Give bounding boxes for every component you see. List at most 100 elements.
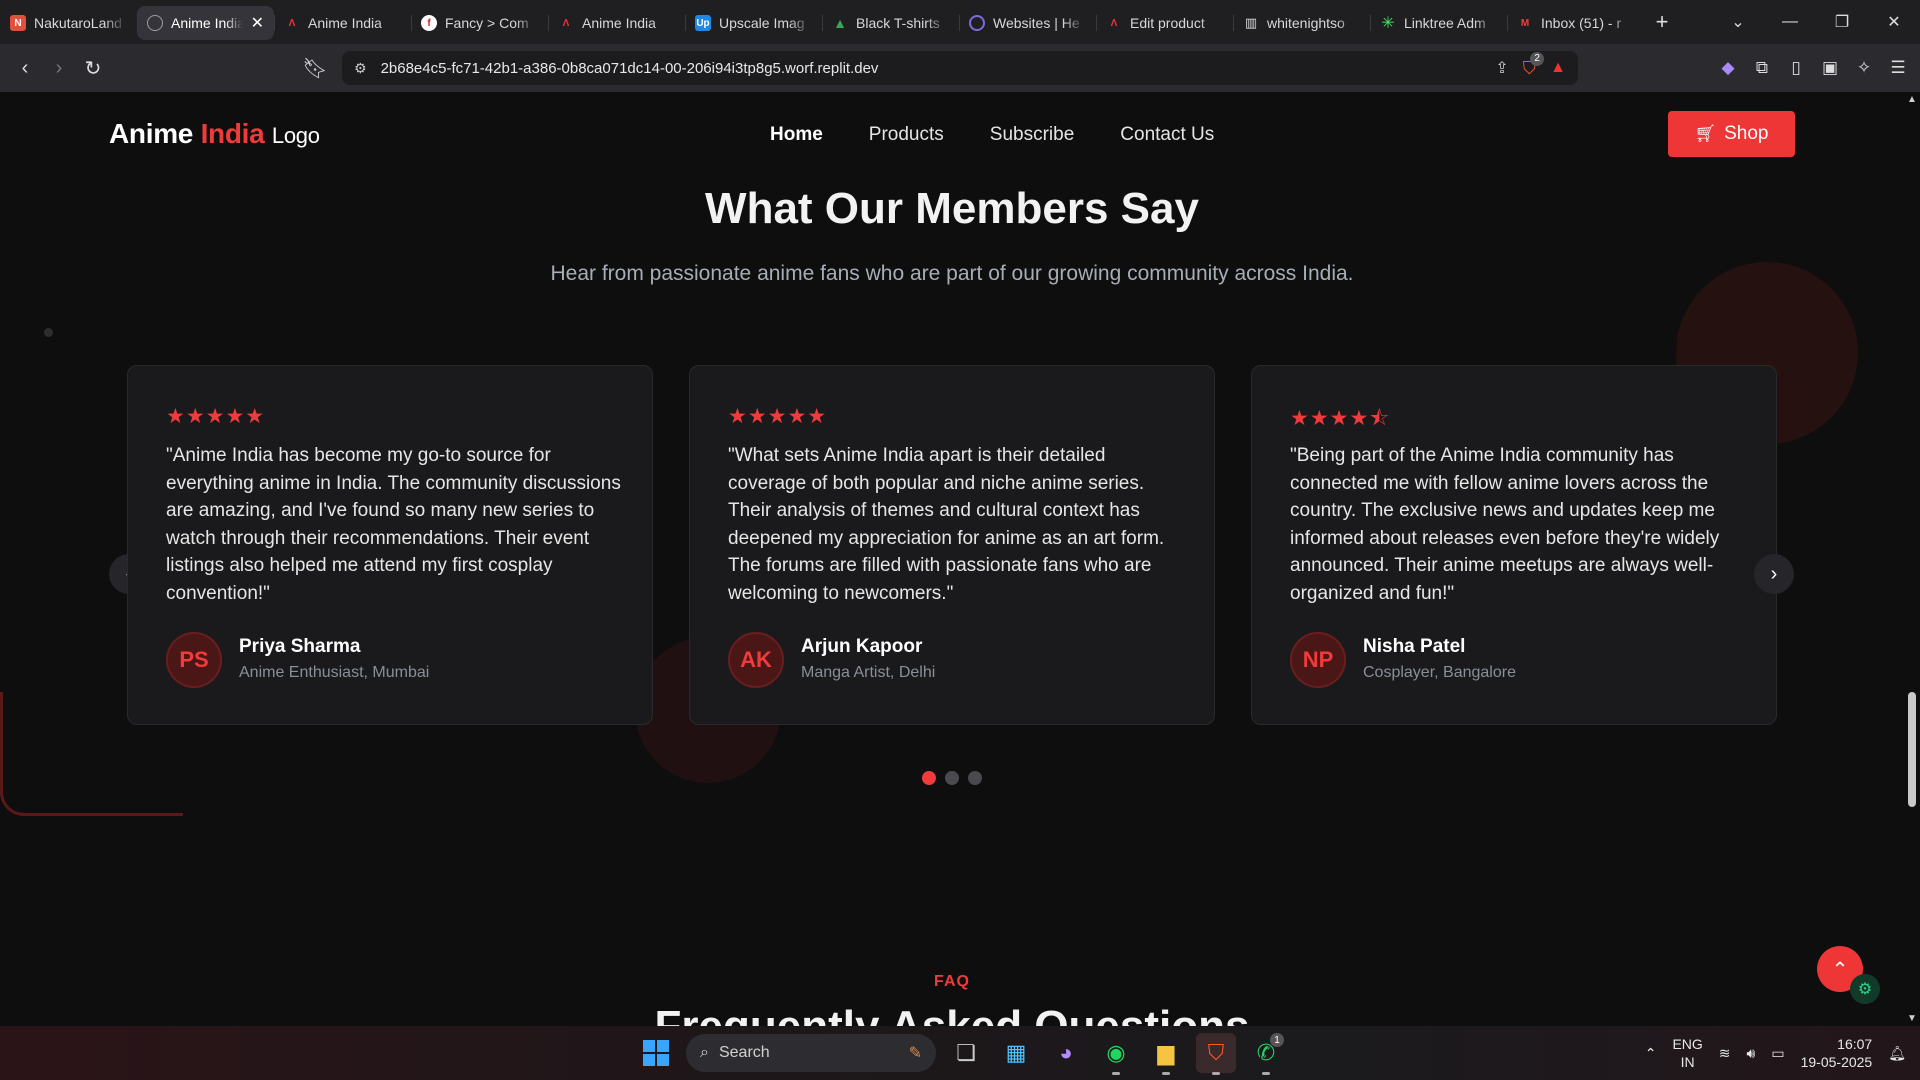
browser-tab[interactable]: Λ Anime India (274, 6, 411, 40)
browser-tab[interactable]: f Fancy > Com (411, 6, 548, 40)
url-text[interactable]: 2b68e4c5-fc71-42b1-a386-0b8ca071dc14-00-… (381, 60, 1482, 77)
taskbar-search[interactable]: ⌕ Search ✎ (686, 1034, 936, 1072)
extensions-area: ◆ ⧉ ▯ ▣ ✧ ☰ (1716, 51, 1910, 85)
upscale-favicon-icon: Up (695, 15, 711, 31)
a-logo-favicon-icon: Λ (288, 17, 296, 29)
whatsapp-icon[interactable]: ✆ 1 (1246, 1033, 1286, 1075)
tab-title: Linktree Adm (1404, 15, 1486, 31)
member-name: Priya Sharma (239, 636, 361, 657)
browser-tab[interactable]: Websites | He (959, 6, 1096, 40)
bookmark-icon[interactable]: 🔖︎ (298, 51, 332, 85)
leo-ai-icon[interactable]: ◆ (1716, 51, 1740, 85)
logo-word-logo: Logo (271, 123, 320, 148)
new-tab-button[interactable]: + (1644, 5, 1680, 39)
testimonial-quote: "What sets Anime India apart is their de… (728, 445, 1165, 604)
pagination-dot-active[interactable] (922, 771, 936, 785)
carousel-next-button[interactable]: › (1754, 554, 1794, 594)
faq-eyebrow: FAQ (934, 973, 970, 990)
sidebar-icon[interactable]: ▯ (1784, 51, 1808, 85)
testimonials-subtitle: Hear from passionate anime fans who are … (550, 262, 1354, 285)
tab-search-chevron-icon[interactable]: ⌄ (1712, 12, 1764, 32)
member-name: Nisha Patel (1363, 636, 1466, 657)
testimonial-card: ★★★★⯪ "Being part of the Anime India com… (1251, 365, 1777, 725)
language-indicator[interactable]: ENG IN (1672, 1035, 1702, 1071)
nav-products[interactable]: Products (869, 124, 944, 146)
nav-home[interactable]: Home (770, 124, 823, 146)
browser-tab[interactable]: Up Upscale Imag (685, 6, 822, 40)
back-icon[interactable]: ‹ (8, 51, 42, 85)
gmail-favicon-icon: M (1520, 17, 1530, 29)
restore-icon[interactable]: ❐ (1816, 12, 1868, 32)
start-button[interactable] (636, 1033, 676, 1073)
tab-title: Anime India (308, 15, 382, 31)
task-view-icon[interactable]: ❏ (946, 1033, 986, 1073)
region-code: IN (1680, 1054, 1695, 1070)
wallet-icon[interactable]: ▣ (1818, 51, 1842, 85)
websites-favicon-icon (969, 15, 985, 31)
carousel-pagination (922, 771, 982, 785)
site-settings-icon[interactable]: ⚙︎ (354, 60, 367, 77)
scroll-up-arrow-icon[interactable]: ▲ (1907, 94, 1917, 105)
pagination-dot[interactable] (968, 771, 982, 785)
member-role: Cosplayer, Bangalore (1363, 664, 1516, 681)
clock-time: 16:07 (1837, 1036, 1873, 1052)
language-code: ENG (1672, 1036, 1703, 1052)
copilot-icon[interactable]: ◕ (1046, 1033, 1086, 1073)
scrollbar-thumb[interactable] (1908, 692, 1916, 807)
clock-date: 19-05-2025 (1800, 1054, 1873, 1070)
settings-fab[interactable]: ⚙︎ (1850, 974, 1880, 1004)
browser-tab[interactable]: N NakutaroLand (0, 6, 137, 40)
testimonial-card: ★★★★★ "What sets Anime India apart is th… (689, 365, 1215, 725)
reload-icon[interactable]: ↻ (76, 51, 110, 85)
browser-tab[interactable]: Λ Anime India (548, 6, 685, 40)
chevron-up-icon[interactable]: ⌃ (1645, 1045, 1657, 1062)
testimonial-card: ★★★★★ "Anime India has become my go-to s… (127, 365, 653, 725)
site-logo[interactable]: Anime India Logo (109, 118, 320, 150)
tab-title: Upscale Imag (719, 15, 805, 31)
browser-tab[interactable]: Λ Edit product (1096, 6, 1233, 40)
shop-button[interactable]: 🛒︎ Shop (1668, 111, 1795, 157)
extensions-icon[interactable]: ⧉ (1750, 51, 1774, 85)
microsoft-store-icon[interactable]: ▦ (996, 1033, 1036, 1073)
pagination-dot[interactable] (945, 771, 959, 785)
tab-title: Edit product (1130, 15, 1205, 31)
browser-tab[interactable]: ✳ Linktree Adm (1370, 6, 1507, 40)
close-window-icon[interactable]: ✕ (1868, 12, 1920, 32)
brave-rewards-icon[interactable]: ▲ (1550, 59, 1566, 77)
browser-tab[interactable]: ▲ Black T-shirts (822, 6, 959, 40)
brave-shields-icon[interactable]: ⛉ 2 (1523, 51, 1545, 79)
nav-subscribe[interactable]: Subscribe (990, 124, 1075, 146)
nav-contact[interactable]: Contact Us (1120, 124, 1214, 146)
main-nav: Home Products Subscribe Contact Us (770, 124, 1214, 146)
avatar: NP (1290, 632, 1346, 688)
close-tab-icon[interactable]: ✕ (251, 13, 264, 33)
share-icon[interactable]: ⇪ (1495, 58, 1508, 78)
clock[interactable]: 16:07 19-05-2025 (1801, 1035, 1873, 1071)
a-logo-favicon-icon: Λ (562, 17, 570, 29)
volume-icon[interactable]: 🔊︎ (1747, 1045, 1756, 1062)
fancy-favicon-icon: f (421, 15, 437, 31)
linktree-favicon-icon: ✳ (1381, 15, 1395, 32)
menu-icon[interactable]: ☰ (1886, 51, 1910, 85)
minimize-icon[interactable]: — (1764, 13, 1816, 31)
battery-icon[interactable]: ▭ (1771, 1045, 1784, 1062)
tab-title: NakutaroLand (34, 15, 122, 31)
page-scrollbar[interactable]: ▲ ▼ (1904, 92, 1920, 1026)
browser-tab[interactable]: ▥ whitenightso (1233, 6, 1370, 40)
browser-tab-active[interactable]: Anime India ✕ (137, 6, 274, 40)
star-rating: ★★★★★ (728, 405, 828, 428)
sparkle-icon[interactable]: ✧ (1852, 51, 1876, 85)
chevron-up-icon: ⌃ (1831, 958, 1849, 981)
scroll-down-arrow-icon[interactable]: ▼ (1907, 1013, 1917, 1024)
notifications-icon[interactable]: 🔔︎ (1888, 1045, 1906, 1062)
wifi-icon[interactable]: ≋ (1719, 1045, 1731, 1062)
google-drive-favicon-icon: ▲ (833, 15, 847, 31)
taskbar-apps: ⌕ Search ✎ ❏ ▦ ◕ ◉ ▆ ⛉ ✆ 1 (636, 1033, 1286, 1075)
brave-browser-icon[interactable]: ⛉ (1196, 1033, 1236, 1075)
browser-tab[interactable]: M Inbox (51) - r (1507, 6, 1644, 40)
forward-icon[interactable]: › (42, 51, 76, 85)
spotify-icon[interactable]: ◉ (1096, 1033, 1136, 1075)
address-bar[interactable]: ⚙︎ 2b68e4c5-fc71-42b1-a386-0b8ca071dc14-… (342, 51, 1578, 85)
file-explorer-icon[interactable]: ▆ (1146, 1033, 1186, 1075)
store-favicon-icon: ▥ (1244, 15, 1258, 30)
